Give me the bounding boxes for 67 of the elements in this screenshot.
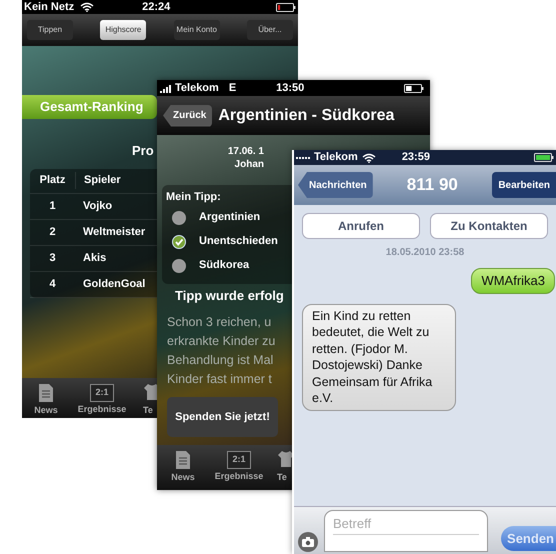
battery-icon (276, 2, 296, 12)
tab-item[interactable]: News (34, 406, 58, 415)
tab-item[interactable]: Te (277, 473, 287, 482)
table-cell-text: 4 (48, 276, 57, 292)
received-message: Ein Kind zu retten bedeutet, die Welt zu retten. (Fjodor M. Dostojewski) Danke Gemeinsam für Afrika e.V. (302, 304, 456, 410)
edit-button[interactable]: Bearbeiten (492, 172, 556, 198)
table-cell-text: Akis (82, 250, 106, 266)
confirmation-text: Tipp wurde erfolg (175, 286, 284, 305)
tab-item[interactable]: News (171, 473, 195, 482)
shirt-icon (277, 450, 295, 470)
signal-icon (296, 156, 312, 159)
column-header: Spieler (75, 172, 121, 189)
message-line: Behandlung ist Mal (167, 352, 274, 369)
segment-button[interactable]: Über... (246, 20, 293, 40)
network-type: E (228, 80, 236, 96)
segment-button[interactable]: Mein Konto (174, 20, 220, 40)
document-icon (38, 383, 54, 403)
tip-label: Mein Tipp: (165, 190, 222, 205)
radio-button[interactable] (172, 258, 186, 272)
match-venue: Johan (234, 158, 264, 171)
tab-item[interactable]: Ergebnisse (78, 405, 126, 414)
camera-icon[interactable] (298, 532, 318, 552)
table-cell-text: 2 (48, 224, 57, 240)
radio-button[interactable] (172, 210, 186, 224)
segment-button[interactable]: Tippen (27, 20, 73, 40)
subject-field[interactable]: Betreff (324, 510, 488, 552)
clock-time: 22:24 (142, 0, 170, 15)
match-date: 17.06. 1 (228, 145, 264, 158)
table-cell-text: Vojko (82, 198, 112, 214)
scoreboard-icon: 2:1 (90, 384, 114, 402)
segment-button[interactable]: Highscore (100, 20, 146, 40)
screen-title: Argentinien - Südkorea (218, 106, 394, 126)
screen-title: 811 90 (406, 174, 458, 196)
message-timestamp: 18.05.2010 23:58 (384, 246, 466, 260)
column-header: Platz (38, 173, 66, 188)
document-icon (175, 450, 191, 470)
donate-button[interactable]: Spenden Sie jetzt! (167, 397, 278, 437)
clock-time: 23:59 (402, 150, 430, 166)
table-cell-text: Weltmeister (82, 224, 146, 240)
battery-icon (404, 84, 424, 92)
carrier-name: Kein Netz (24, 0, 74, 15)
option-label: Südkorea (199, 258, 250, 274)
section-heading: Pro (132, 142, 154, 160)
scoreboard-icon: 2:1 (227, 451, 251, 469)
back-button[interactable]: Zurück (163, 104, 212, 126)
tab-item[interactable]: Te (143, 406, 153, 415)
tab-item[interactable]: Ergebnisse (214, 472, 264, 481)
back-button[interactable]: Nachrichten (298, 172, 373, 198)
option-label: Argentinien (199, 210, 260, 226)
table-cell-text: 1 (48, 198, 57, 214)
message-line: Kinder fast immer t (167, 371, 272, 388)
carrier-name: Telekom (314, 150, 358, 166)
message-line: Schon 3 reichen, u (167, 314, 272, 331)
message-line: erkrankte Kinder zu (167, 333, 276, 350)
carrier-name: Telekom (175, 80, 219, 96)
sent-message: WMAfrika3 (471, 268, 555, 294)
wifi-icon (80, 2, 94, 12)
wifi-icon (362, 152, 376, 162)
radio-button[interactable] (172, 234, 186, 248)
battery-icon (534, 153, 554, 162)
signal-icon (160, 84, 174, 92)
action-button[interactable]: Anrufen (302, 213, 420, 239)
table-cell-text: 3 (48, 250, 57, 266)
option-label: Unentschieden (199, 234, 278, 250)
table-cell-text: GoldenGoal (82, 276, 146, 292)
clock-time: 13:50 (276, 80, 304, 96)
action-button[interactable]: Zu Kontakten (430, 213, 548, 239)
